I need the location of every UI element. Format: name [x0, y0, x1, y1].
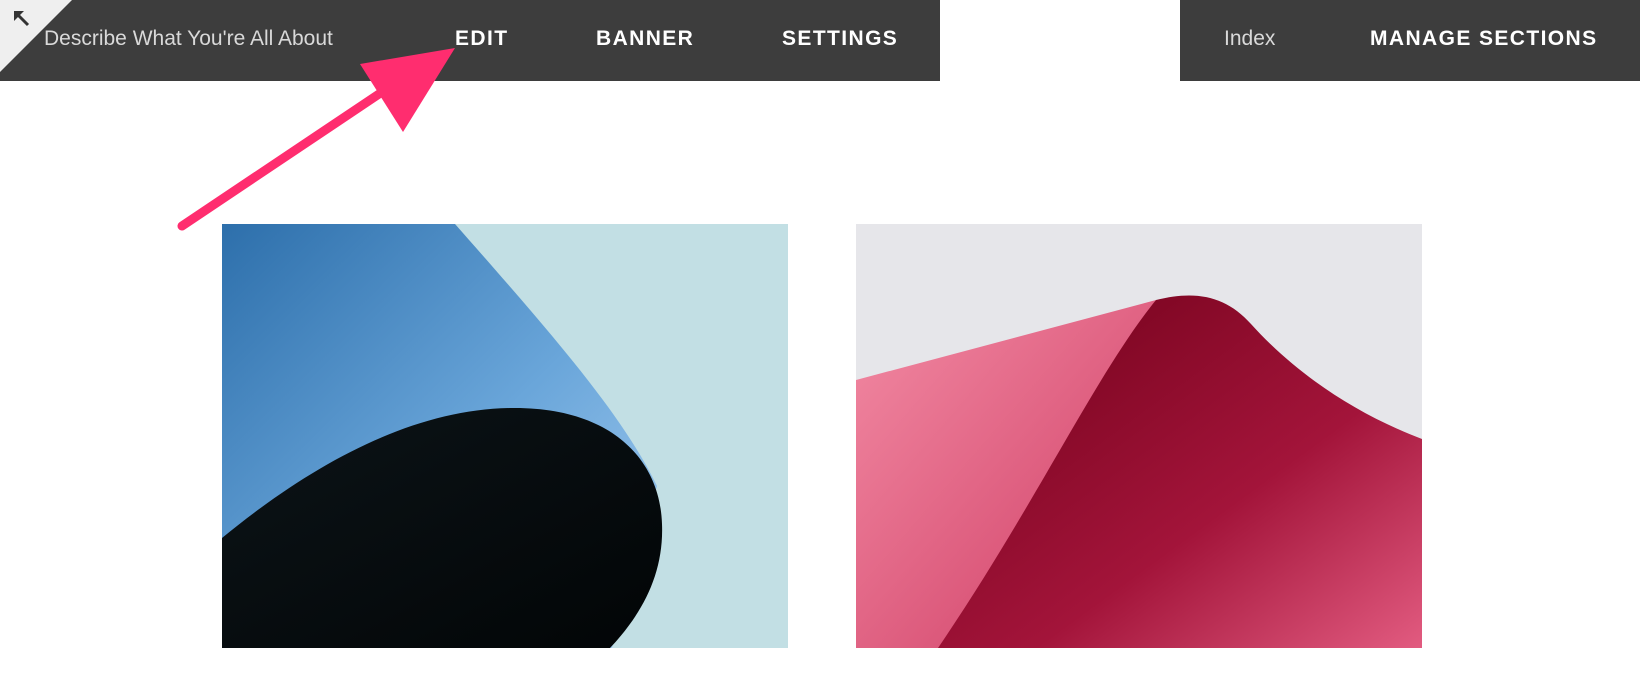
gallery-image-pink-paper[interactable] — [856, 224, 1422, 648]
section-toolbar: Index MANAGE SECTIONS — [1180, 0, 1640, 81]
manage-sections-button[interactable]: MANAGE SECTIONS — [1370, 0, 1598, 78]
edit-button[interactable]: EDIT — [455, 0, 508, 78]
arrow-up-left-icon — [13, 10, 30, 27]
gallery-image-blue-paper[interactable] — [222, 224, 788, 648]
blue-paper-image — [222, 224, 788, 648]
index-button[interactable]: Index — [1224, 0, 1275, 78]
editor-toolbar: Describe What You're All About EDIT BANN… — [0, 0, 940, 81]
site-description[interactable]: Describe What You're All About — [44, 0, 333, 78]
pink-paper-image — [856, 224, 1422, 648]
banner-button[interactable]: BANNER — [596, 0, 694, 78]
settings-button[interactable]: SETTINGS — [782, 0, 898, 78]
page: Describe What You're All About EDIT BANN… — [0, 0, 1640, 690]
